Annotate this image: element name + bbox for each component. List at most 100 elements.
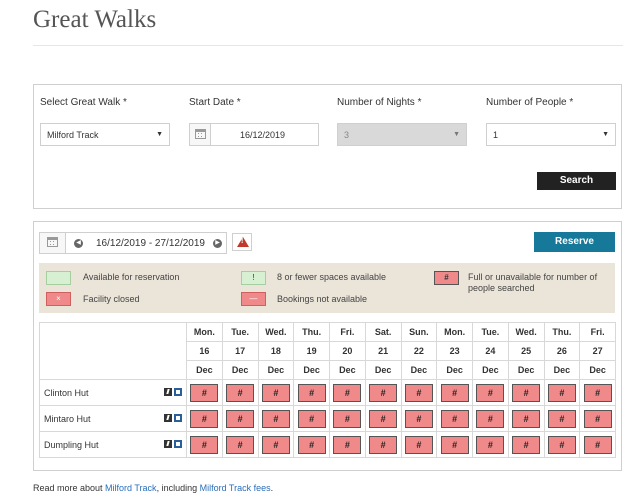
full-status-badge[interactable]: #: [297, 383, 326, 402]
milford-track-link[interactable]: Milford Track: [105, 483, 157, 493]
full-status-badge[interactable]: #: [190, 409, 219, 428]
full-status-badge[interactable]: #: [190, 383, 219, 402]
day-header-mon: Dec: [364, 360, 402, 380]
full-status-badge[interactable]: #: [583, 383, 612, 402]
legend-full-text-2: people searched: [468, 283, 535, 293]
info-icon[interactable]: [164, 388, 172, 396]
full-status-badge[interactable]: #: [333, 409, 362, 428]
full-status-badge[interactable]: #: [404, 383, 433, 402]
date-range-picker[interactable]: ◀ 16/12/2019 - 27/12/2019 ▶: [39, 232, 227, 254]
day-header-mon: Dec: [543, 360, 581, 380]
calendar-button[interactable]: [40, 233, 66, 253]
full-status-badge[interactable]: #: [547, 409, 576, 428]
availability-cell: #: [579, 379, 616, 406]
hut-icon[interactable]: [174, 440, 182, 448]
date-range-text: 16/12/2019 - 27/12/2019: [96, 238, 205, 249]
legend-swatch-na: —: [241, 292, 266, 306]
full-status-badge[interactable]: #: [440, 409, 469, 428]
alert-button[interactable]: !: [232, 233, 252, 251]
full-status-badge[interactable]: #: [583, 435, 612, 454]
hut-icons: [162, 388, 182, 398]
full-status-badge[interactable]: #: [404, 435, 433, 454]
hut-name-cell: Mintaro Hut: [39, 405, 187, 432]
chevron-down-icon: ▼: [453, 131, 460, 138]
hut-icon[interactable]: [174, 388, 182, 396]
search-button[interactable]: Search: [537, 172, 616, 190]
full-status-badge[interactable]: #: [261, 435, 290, 454]
full-status-badge[interactable]: #: [369, 409, 398, 428]
full-status-badge[interactable]: #: [512, 409, 541, 428]
day-header-dow: Tue.: [221, 322, 259, 342]
table-row: Clinton Hut # # # # # # # # # # # #: [39, 379, 616, 406]
full-status-badge[interactable]: #: [512, 383, 541, 402]
legend-na-text: Bookings not available: [277, 294, 368, 304]
availability-cell: #: [329, 379, 366, 406]
prev-range-icon[interactable]: ◀: [74, 239, 83, 248]
people-select[interactable]: 1 ▼: [486, 123, 616, 146]
nights-select[interactable]: 3 ▼: [337, 123, 467, 146]
availability-cell: #: [579, 431, 616, 458]
milford-track-fees-link[interactable]: Milford Track fees: [200, 483, 271, 493]
nights-label: Number of Nights *: [337, 97, 422, 108]
hut-icon[interactable]: [174, 414, 182, 422]
title-divider: [33, 45, 623, 46]
info-icon[interactable]: [164, 414, 172, 422]
full-status-badge[interactable]: #: [190, 435, 219, 454]
availability-cell: #: [186, 405, 223, 432]
availability-cell: #: [364, 431, 402, 458]
day-header-num: 25: [507, 341, 545, 361]
availability-cell: #: [400, 405, 438, 432]
full-status-badge[interactable]: #: [297, 409, 326, 428]
day-header-num: 24: [472, 341, 509, 361]
availability-cell: #: [543, 431, 581, 458]
calendar-button[interactable]: [190, 124, 211, 145]
full-status-badge[interactable]: #: [583, 409, 612, 428]
availability-cell: #: [543, 405, 581, 432]
full-status-badge[interactable]: #: [261, 383, 290, 402]
availability-cell: #: [507, 405, 545, 432]
full-status-badge[interactable]: #: [476, 383, 505, 402]
full-status-badge[interactable]: #: [261, 409, 290, 428]
full-status-badge[interactable]: #: [226, 383, 255, 402]
hut-name[interactable]: Dumpling Hut: [44, 440, 99, 450]
day-header-num: 20: [329, 341, 366, 361]
full-status-badge[interactable]: #: [547, 435, 576, 454]
info-icon[interactable]: [164, 440, 172, 448]
day-header-dow: Fri.: [579, 322, 616, 342]
full-status-badge[interactable]: #: [476, 435, 505, 454]
hut-name[interactable]: Mintaro Hut: [44, 414, 91, 424]
legend: Available for reservation ! 8 or fewer s…: [39, 263, 615, 313]
full-status-badge[interactable]: #: [476, 409, 505, 428]
full-status-badge[interactable]: #: [369, 383, 398, 402]
header-blank-cell: [39, 322, 187, 380]
next-range-icon[interactable]: ▶: [213, 239, 222, 248]
day-header-dow: Wed.: [257, 322, 295, 342]
full-status-badge[interactable]: #: [440, 435, 469, 454]
people-label: Number of People *: [486, 97, 574, 108]
full-status-badge[interactable]: #: [547, 383, 576, 402]
full-status-badge[interactable]: #: [333, 435, 362, 454]
full-status-badge[interactable]: #: [333, 383, 362, 402]
full-status-badge[interactable]: #: [297, 435, 326, 454]
hut-name[interactable]: Clinton Hut: [44, 388, 89, 398]
walk-select[interactable]: Milford Track ▼: [40, 123, 170, 146]
full-status-badge[interactable]: #: [369, 435, 398, 454]
full-status-badge[interactable]: #: [226, 409, 255, 428]
full-status-badge[interactable]: #: [226, 435, 255, 454]
availability-cell: #: [436, 379, 473, 406]
availability-table: Mon. Tue. Wed. Thu. Fri. Sat. Sun. Mon. Tue. Wed.…: [39, 322, 616, 458]
start-date-field[interactable]: 16/12/2019: [189, 123, 319, 146]
availability-cell: #: [472, 431, 509, 458]
warning-mark: !: [241, 238, 244, 245]
full-status-badge[interactable]: #: [404, 409, 433, 428]
full-status-badge[interactable]: #: [440, 383, 469, 402]
availability-cell: #: [472, 379, 509, 406]
day-header-mon: Dec: [329, 360, 366, 380]
full-status-badge[interactable]: #: [512, 435, 541, 454]
day-header-dow: Tue.: [472, 322, 509, 342]
reserve-button[interactable]: Reserve: [534, 232, 615, 252]
walk-select-value: Milford Track: [47, 130, 99, 140]
day-header-num: 23: [436, 341, 473, 361]
availability-cell: #: [472, 405, 509, 432]
day-header-mon: Dec: [579, 360, 616, 380]
